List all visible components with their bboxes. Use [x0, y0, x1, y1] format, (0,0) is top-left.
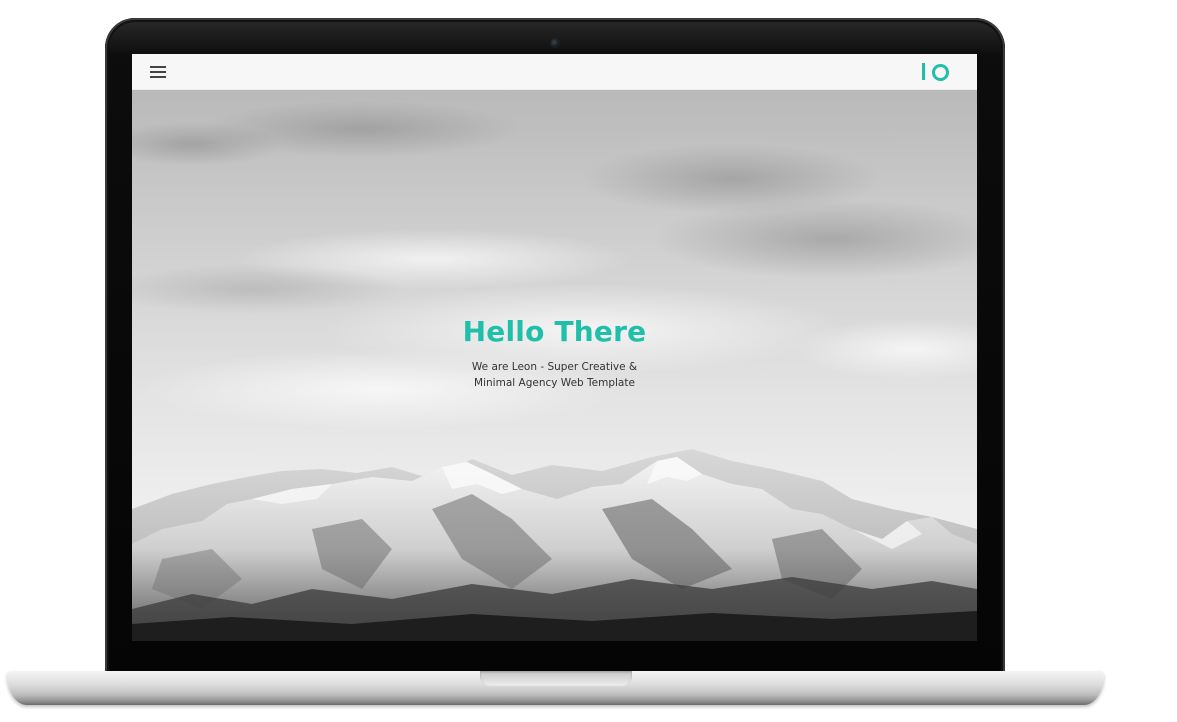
hero-subtitle-line1: We are Leon - Super Creative & [471, 361, 638, 373]
hero-title: Hello There [462, 315, 647, 348]
laptop-lid-notch [480, 671, 632, 686]
hero-section: Hello There We are Leon - Super Creative… [132, 89, 977, 641]
hero-subtitle: We are Leon - Super Creative & Minimal A… [132, 360, 977, 391]
hero-subtitle-line2: Minimal Agency Web Template [474, 376, 635, 389]
website-screen: Hello There We are Leon - Super Creative… [132, 54, 977, 641]
laptop-mockup: Hello There We are Leon - Super Creative… [0, 0, 1177, 722]
hamburger-menu-icon[interactable] [150, 65, 166, 78]
webcam-icon [551, 39, 559, 47]
laptop-bottom-bezel [110, 641, 1000, 671]
io-logo-icon[interactable] [921, 63, 951, 81]
site-header [132, 54, 977, 90]
